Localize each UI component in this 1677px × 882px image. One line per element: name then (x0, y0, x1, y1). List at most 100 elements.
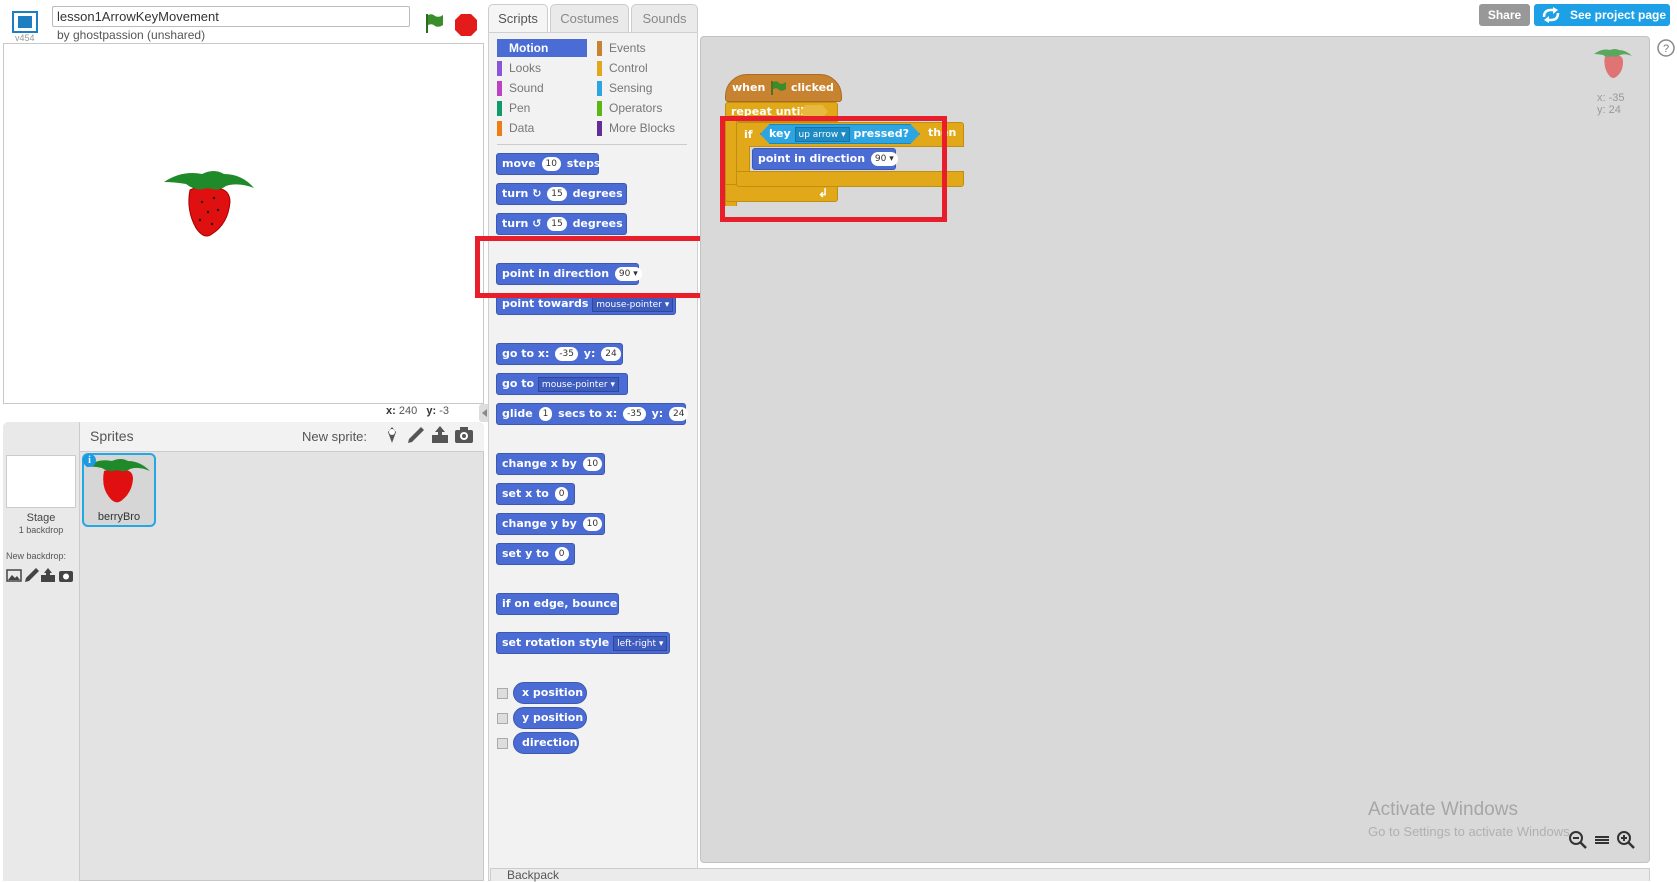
block-text: y: (651, 407, 664, 420)
sprite-position: x: -35 y: 24 (1597, 92, 1625, 116)
x-position-checkbox[interactable] (497, 688, 508, 699)
block-text: set x to (502, 487, 549, 500)
fullscreen-icon[interactable] (12, 11, 38, 33)
block-text: point towards (502, 297, 589, 310)
share-button[interactable]: Share (1479, 4, 1530, 26)
camera-backdrop-icon[interactable] (58, 567, 74, 583)
help-icon[interactable]: ? (1656, 38, 1676, 58)
block-change-y[interactable]: change y by 10 (496, 513, 605, 535)
upload-sprite-icon[interactable] (430, 425, 450, 445)
category-sensing[interactable]: Sensing (597, 79, 652, 97)
block-text: set rotation style (502, 636, 610, 649)
tab-costumes[interactable]: Costumes (550, 4, 629, 32)
block-turn-left[interactable]: turn ↺ 15 degrees (496, 213, 627, 235)
stop-icon[interactable] (454, 13, 478, 37)
block-dropdown[interactable]: mouse-pointer ▾ (537, 376, 619, 392)
block-text: set y to (502, 547, 549, 560)
block-text: move (502, 157, 536, 170)
category-data[interactable]: Data (497, 119, 534, 137)
turn-left-icon: ↺ (532, 217, 542, 230)
block-text: turn (502, 187, 529, 200)
block-text: degrees (572, 217, 623, 230)
mouse-coordinates: x: 240 y: -3 (386, 405, 449, 417)
project-title-input[interactable] (52, 6, 410, 27)
zoom-out-icon[interactable] (1568, 830, 1588, 850)
block-input[interactable]: 15 (547, 217, 567, 231)
category-looks[interactable]: Looks (497, 59, 541, 77)
block-text: go to x: (502, 347, 550, 360)
block-if-on-edge-bounce[interactable]: if on edge, bounce (496, 593, 619, 615)
upload-backdrop-icon[interactable] (40, 567, 56, 583)
project-owner: by ghostpassion (unshared) (57, 28, 206, 42)
category-more-blocks[interactable]: More Blocks (597, 119, 675, 137)
block-text: if on edge, bounce (502, 597, 618, 610)
block-input[interactable]: 0 (554, 487, 569, 501)
green-flag-icon (769, 81, 791, 95)
block-input[interactable]: 15 (547, 187, 567, 201)
version-label: v454 (15, 33, 35, 43)
stage-thumbnail[interactable] (6, 455, 76, 508)
block-set-x[interactable]: set x to 0 (496, 483, 575, 505)
palette-divider (497, 144, 687, 145)
tab-scripts[interactable]: Scripts (488, 4, 548, 32)
tab-sounds[interactable]: Sounds (631, 4, 698, 32)
reporter-x-position[interactable]: x position (513, 682, 587, 704)
green-flag-icon[interactable] (422, 11, 446, 35)
new-backdrop-label: New backdrop: (6, 551, 67, 561)
block-text: y: (583, 347, 596, 360)
choose-sprite-from-library-icon[interactable] (382, 425, 402, 445)
block-glide[interactable]: glide 1 secs to x: -35 y: 24 (496, 403, 689, 425)
block-go-to-xy[interactable]: go to x: -35 y: 24 (496, 343, 623, 365)
mouse-x-label: x: (386, 405, 396, 417)
zoom-in-icon[interactable] (1616, 830, 1636, 850)
when-flag-clicked-block[interactable]: when clicked (725, 74, 842, 102)
block-input[interactable]: 24 (669, 407, 689, 421)
windows-activation-subtitle: Go to Settings to activate Windows. (1368, 824, 1574, 839)
block-input[interactable]: 10 (582, 517, 603, 531)
zoom-reset-icon[interactable] (1592, 830, 1612, 850)
turn-right-icon: ↻ (532, 187, 542, 200)
category-sound[interactable]: Sound (497, 79, 544, 97)
category-operators[interactable]: Operators (597, 99, 662, 117)
strawberry-sprite-icon[interactable] (162, 168, 258, 244)
backdrop-library-icon[interactable] (6, 567, 22, 583)
sprite-info-icon[interactable]: i (83, 454, 96, 467)
mouse-y-value: -3 (439, 405, 449, 417)
backpack-bar[interactable]: Backpack (490, 868, 1650, 881)
hat-text: when (732, 81, 766, 94)
block-input[interactable]: -35 (623, 407, 646, 421)
category-events[interactable]: Events (597, 39, 646, 57)
block-change-x[interactable]: change x by 10 (496, 453, 605, 475)
sprite-name: berryBro (97, 511, 141, 523)
y-position-checkbox[interactable] (497, 713, 508, 724)
stage-label: Stage (26, 512, 56, 524)
category-pen[interactable]: Pen (497, 99, 530, 117)
block-turn-right[interactable]: turn ↻ 15 degrees (496, 183, 627, 205)
block-input[interactable]: 10 (541, 157, 561, 171)
backpack-label: Backpack (507, 868, 560, 882)
block-set-rotation-style[interactable]: set rotation style left-right ▾ (496, 632, 670, 654)
block-input[interactable]: 0 (554, 547, 569, 561)
category-motion[interactable]: Motion (497, 39, 587, 57)
block-dropdown[interactable]: mouse-pointer ▾ (592, 296, 674, 312)
block-go-to[interactable]: go to mouse-pointer ▾ (496, 373, 628, 395)
block-set-y[interactable]: set y to 0 (496, 543, 575, 565)
direction-checkbox[interactable] (497, 738, 508, 749)
block-dropdown[interactable]: left-right ▾ (613, 635, 668, 651)
block-move-steps[interactable]: move 10 steps (496, 153, 600, 175)
paint-backdrop-icon[interactable] (24, 567, 40, 583)
paint-new-sprite-icon[interactable] (406, 425, 426, 445)
hat-text: clicked (790, 81, 834, 94)
category-control[interactable]: Control (597, 59, 648, 77)
mouse-y-label: y: (426, 405, 437, 417)
block-input[interactable]: 10 (582, 457, 603, 471)
sprite-x: x: -35 (1597, 92, 1625, 104)
block-input[interactable]: -35 (555, 347, 578, 361)
reporter-direction[interactable]: direction (513, 732, 579, 754)
reporter-y-position[interactable]: y position (513, 707, 587, 729)
block-input[interactable]: 24 (601, 347, 621, 361)
block-input[interactable]: 1 (538, 407, 553, 421)
camera-sprite-icon[interactable] (454, 425, 474, 445)
highlight-box (720, 116, 947, 222)
highlight-box (475, 236, 706, 298)
